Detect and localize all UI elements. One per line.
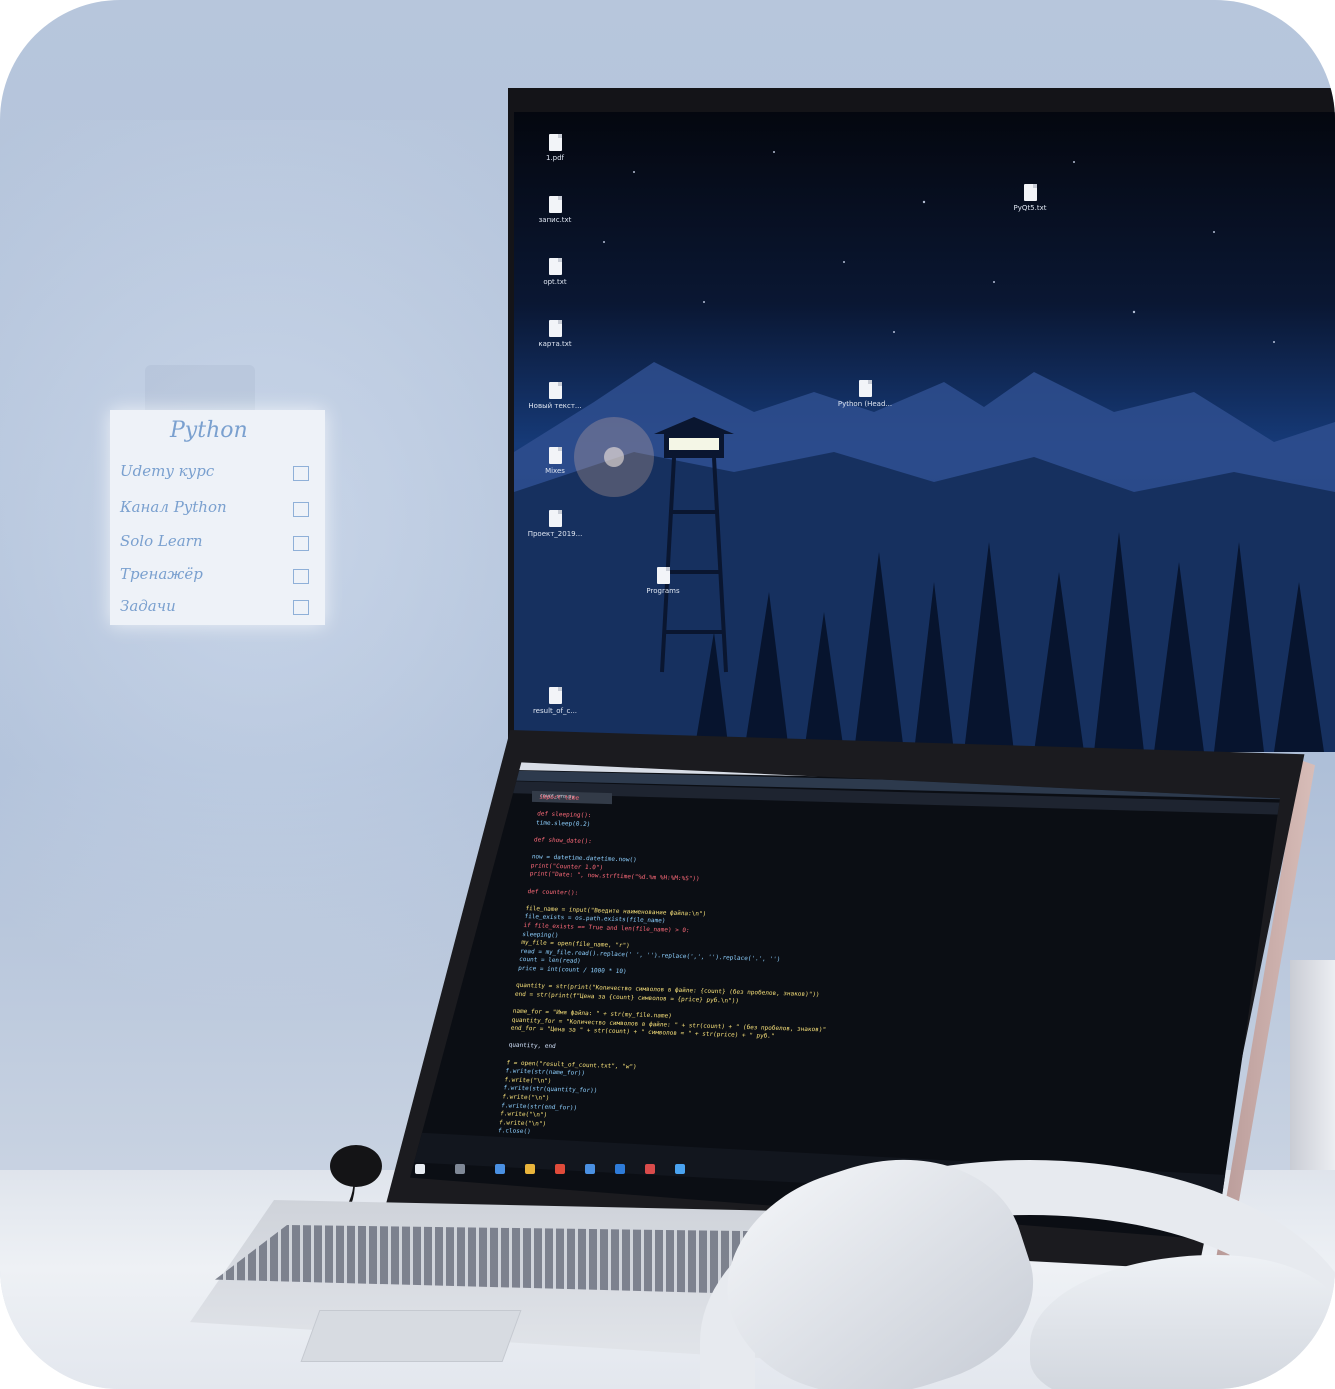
checkbox-icon <box>293 600 309 615</box>
taskbar-app-icon[interactable] <box>645 1164 655 1174</box>
sticky-note-item: Udemy курс <box>120 462 215 480</box>
code-line: def sleeping(): <box>536 810 592 820</box>
desktop-file-icon[interactable]: result_of_c... <box>524 687 586 715</box>
sticky-note: Python Udemy курс Канал Python Solo Lear… <box>110 410 325 625</box>
code-line: print("Date: ", now.strftime("%d.%m %H:%… <box>529 870 700 883</box>
wallpaper-illustration <box>514 151 1335 752</box>
checkbox-icon <box>293 536 309 551</box>
monitor-screen: 1.pdf запис.txt opt.txt карта.txt Новый … <box>514 112 1335 752</box>
desktop-file-icon[interactable]: 1.pdf <box>524 134 586 162</box>
browser-icon[interactable] <box>555 1164 565 1174</box>
taskbar-app-icon[interactable] <box>495 1164 505 1174</box>
desktop-folder-icon[interactable]: Mixes <box>524 447 586 475</box>
code-line: f.write("\n") <box>503 1076 552 1085</box>
desktop-file-icon[interactable]: Проект_2019... <box>524 510 586 538</box>
sticky-note-item: Solo Learn <box>120 532 203 550</box>
sticky-note-item: Канал Python <box>120 498 227 516</box>
folder-icon[interactable] <box>525 1164 535 1174</box>
code-line: def show_date(): <box>533 836 593 846</box>
code-line: f.write("\n") <box>498 1119 547 1128</box>
desktop-file-icon[interactable]: Programs <box>632 567 694 595</box>
tape-mark <box>145 365 255 415</box>
desktop-file-icon[interactable]: opt.txt <box>524 258 586 286</box>
taskbar-app-icon[interactable] <box>675 1164 685 1174</box>
taskbar-app-icon[interactable] <box>585 1164 595 1174</box>
computer-mouse <box>330 1145 382 1187</box>
monitor-stand <box>1290 960 1335 1170</box>
sticky-note-item: Тренажёр <box>120 565 203 583</box>
code-line: f.write("\n") <box>499 1110 548 1119</box>
desktop-file-icon[interactable]: Новый текст... <box>524 382 586 410</box>
code-line: def counter(): <box>527 887 579 897</box>
code-line: import time <box>538 793 580 802</box>
checkbox-icon <box>293 466 309 481</box>
sticky-note-item: Задачи <box>120 597 176 615</box>
desktop-file-icon[interactable]: Python (Head... <box>834 380 896 408</box>
taskbar-app-icon[interactable] <box>615 1164 625 1174</box>
code-line: quantity, end <box>508 1041 557 1051</box>
photo-frame: Python Udemy курс Канал Python Solo Lear… <box>0 0 1335 1389</box>
code-line: time.sleep(0.2) <box>535 819 591 828</box>
desktop-file-icon[interactable]: карта.txt <box>524 320 586 348</box>
checkbox-icon <box>293 502 309 517</box>
code-line: sleeping() <box>521 930 559 939</box>
code-line: price = int(count / 1000 * 10) <box>517 964 627 976</box>
code-line: count = len(read) <box>518 956 582 966</box>
desktop-file-icon[interactable]: PyQt5.txt <box>999 184 1061 212</box>
code-line: f.close() <box>497 1127 532 1136</box>
windows-start-icon[interactable] <box>415 1164 425 1174</box>
code-line: f.write("\n") <box>501 1093 550 1102</box>
laptop-screen: count_sms.py import time def sleeping(): … <box>410 762 1280 1240</box>
desktop-file-icon[interactable]: запис.txt <box>524 196 586 224</box>
sticky-note-title: Python <box>170 418 248 443</box>
laptop-trackpad <box>300 1310 522 1362</box>
search-icon[interactable] <box>455 1164 465 1174</box>
desktop-monitor: 1.pdf запис.txt opt.txt карта.txt Новый … <box>508 88 1335 752</box>
checkbox-icon <box>293 569 309 584</box>
